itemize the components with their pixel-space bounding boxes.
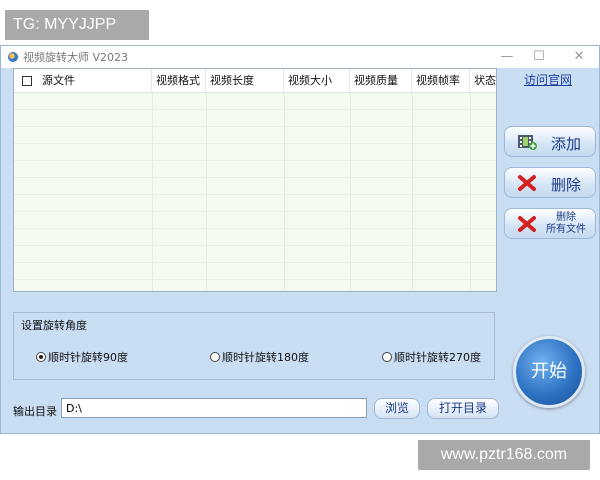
watermark-top: TG: MYYJJPP [5, 10, 149, 40]
grid-row-line [14, 177, 496, 178]
close-icon[interactable]: ✕ [565, 47, 593, 67]
radio-label: 顺时针旋转180度 [222, 351, 309, 364]
add-label: 添加 [551, 135, 582, 153]
output-dir-label: 输出目录 [13, 405, 57, 418]
app-icon [8, 52, 18, 62]
radio-rotate-90[interactable]: 顺时针旋转90度 [36, 349, 128, 365]
radio-dot[interactable] [382, 352, 392, 362]
film-add-icon [518, 135, 537, 150]
column-size[interactable]: 视频大小 [284, 69, 350, 92]
grid-row-line [14, 109, 496, 110]
column-label: 源文件 [42, 74, 75, 87]
radio-rotate-180[interactable]: 顺时针旋转180度 [210, 349, 309, 365]
column-quality[interactable]: 视频质量 [350, 69, 412, 92]
output-dir-input[interactable] [61, 398, 367, 418]
grid-row-line [14, 143, 496, 144]
grid-row-line [14, 211, 496, 212]
radio-dot[interactable] [36, 352, 46, 362]
column-status[interactable]: 状态 [470, 69, 496, 92]
column-source-file[interactable]: 源文件 [14, 69, 152, 92]
minimize-icon[interactable]: — [493, 47, 521, 67]
grid-row-line [14, 262, 496, 263]
window-title: 视频旋转大师 V2023 [23, 51, 129, 64]
column-duration[interactable]: 视频长度 [206, 69, 284, 92]
column-format[interactable]: 视频格式 [152, 69, 206, 92]
app-window: 视频旋转大师 V2023 — ☐ ✕ 源文件 视频格式 视频长度 视频大小 视频… [0, 45, 600, 434]
browse-button[interactable]: 浏览 [374, 398, 420, 419]
open-directory-button[interactable]: 打开目录 [427, 398, 499, 419]
radio-rotate-270[interactable]: 顺时针旋转270度 [382, 349, 481, 365]
radio-label: 顺时针旋转90度 [48, 351, 128, 364]
watermark-bottom: www.pztr168.com [418, 440, 590, 470]
grid-row-line [14, 228, 496, 229]
title-bar: 视频旋转大师 V2023 — ☐ ✕ [1, 46, 599, 68]
delete-button[interactable]: 删除 [504, 167, 596, 198]
grid-row-line [14, 160, 496, 161]
red-x-icon [518, 216, 536, 232]
file-list[interactable]: 源文件 视频格式 视频长度 视频大小 视频质量 视频帧率 状态 [13, 68, 497, 292]
rotation-group: 设置旋转角度 顺时针旋转90度 顺时针旋转180度 顺时针旋转270度 [13, 312, 495, 380]
radio-label: 顺时针旋转270度 [394, 351, 481, 364]
delete-all-button[interactable]: 删除 所有文件 [504, 208, 596, 239]
maximize-icon[interactable]: ☐ [525, 47, 553, 67]
grid-row-line [14, 279, 496, 280]
delete-all-line1: 删除 [556, 212, 576, 223]
delete-all-line2: 所有文件 [546, 224, 586, 235]
file-list-header: 源文件 视频格式 视频长度 视频大小 视频质量 视频帧率 状态 [14, 69, 496, 93]
visit-website-link[interactable]: 访问官网 [524, 71, 572, 88]
grid-row-line [14, 126, 496, 127]
delete-label: 删除 [551, 176, 582, 194]
column-framerate[interactable]: 视频帧率 [412, 69, 470, 92]
rotation-group-title: 设置旋转角度 [21, 319, 87, 332]
grid-row-line [14, 245, 496, 246]
start-button[interactable]: 开始 [513, 336, 585, 408]
radio-dot[interactable] [210, 352, 220, 362]
delete-all-label: 删除 所有文件 [541, 212, 591, 236]
add-button[interactable]: 添加 [504, 126, 596, 157]
red-x-icon [518, 175, 536, 191]
grid-row-line [14, 194, 496, 195]
select-all-checkbox[interactable] [22, 76, 32, 86]
